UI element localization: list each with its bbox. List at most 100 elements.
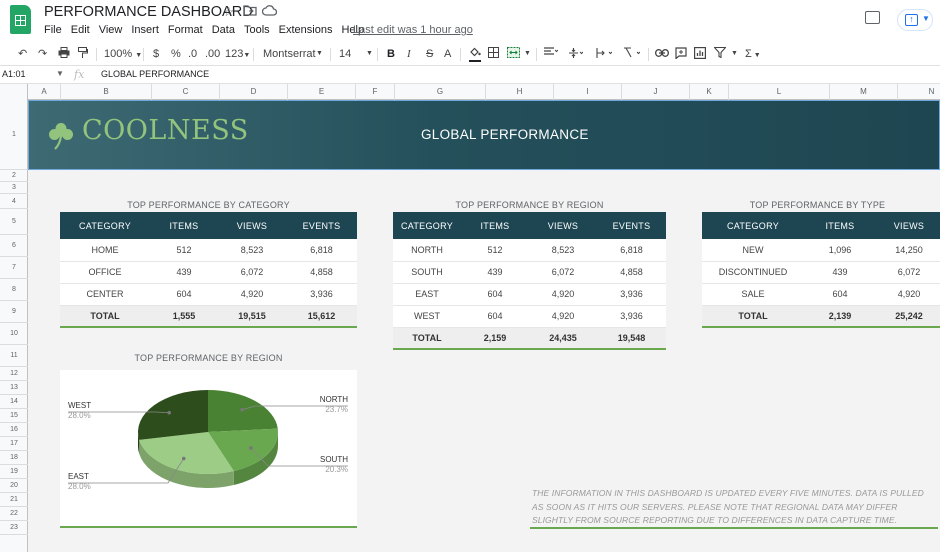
column-header-n[interactable]: N [898,84,940,100]
column-header-b[interactable]: B [61,84,152,100]
row-header-6[interactable]: 6 [0,235,28,257]
merge-cells-icon[interactable] [507,47,520,62]
increase-decimal-button[interactable]: .00 [205,47,220,61]
pie-chart[interactable]: NORTH 23.7% SOUTH 20.3% EAST 28.0% WEST 28.0% [60,370,357,528]
table-total-cell[interactable]: TOTAL [702,305,804,327]
name-box[interactable]: A1:01 [2,69,26,79]
table-cell[interactable]: 4,858 [597,261,666,284]
rotate-icon[interactable] [623,47,641,63]
italic-button[interactable]: I [407,47,411,61]
table-total-cell[interactable]: 24,435 [529,327,597,349]
font-select[interactable]: Montserrat ▼ [263,47,325,61]
column-header-d[interactable]: D [220,84,288,100]
row-header-19[interactable]: 19 [0,465,28,479]
paint-format-icon[interactable] [78,47,88,63]
font-size-select[interactable]: 14 ▼ [339,47,373,61]
menu-insert[interactable]: Insert [131,24,159,36]
link-icon[interactable] [655,47,669,61]
row-header-10[interactable]: 10 [0,323,28,345]
table-cell[interactable]: NEW [702,239,804,262]
sheet-grid[interactable]: COOLNESS GLOBAL PERFORMANCE TOP PERFORMA… [28,100,940,552]
table-cell[interactable]: EAST [393,283,461,306]
sheets-logo[interactable] [10,5,31,34]
menu-edit[interactable]: Edit [71,24,90,36]
row-header-13[interactable]: 13 [0,381,28,395]
row-header-12[interactable]: 12 [0,367,28,381]
fill-color-icon[interactable] [469,47,481,62]
table-cell[interactable]: HOME [60,239,150,262]
undo-icon[interactable]: ↶ [18,47,27,61]
zoom-select[interactable]: 100% ▼ [104,47,142,63]
table-cell[interactable]: 604 [804,283,876,306]
table-cell[interactable]: 1,096 [804,239,876,262]
table-cell[interactable]: 4,920 [529,283,597,306]
table-cell[interactable]: 3,936 [597,305,666,328]
table-total-cell[interactable]: 2,139 [804,305,876,327]
menu-view[interactable]: View [99,24,123,36]
row-header-14[interactable]: 14 [0,395,28,409]
row-header-9[interactable]: 9 [0,301,28,323]
table-cell[interactable]: 604 [150,283,218,306]
select-all-corner[interactable] [0,84,28,100]
table-total-cell[interactable]: 1,555 [150,305,218,327]
row-header-15[interactable]: 15 [0,409,28,423]
table-cell[interactable]: WEST [393,305,461,328]
decrease-decimal-button[interactable]: .0 [188,47,197,61]
table-total-cell[interactable]: TOTAL [393,327,461,349]
menu-tools[interactable]: Tools [244,24,270,36]
table-cell[interactable]: NORTH [393,239,461,262]
row-header-21[interactable]: 21 [0,493,28,507]
table-total-cell[interactable]: 19,515 [218,305,286,327]
row-header-2[interactable]: 2 [0,170,28,182]
row-header-4[interactable]: 4 [0,194,28,209]
table-cell[interactable]: 512 [461,239,529,262]
column-header-m[interactable]: M [830,84,898,100]
percent-format-button[interactable]: % [171,47,181,61]
chevron-down-icon[interactable]: ▼ [56,69,64,78]
table-cell[interactable]: 4,920 [876,283,940,306]
table-cell[interactable]: 14,250 [876,239,940,262]
currency-format-button[interactable]: $ [153,47,159,61]
strikethrough-button[interactable]: S [426,47,433,61]
column-header-f[interactable]: F [356,84,395,100]
table-cell[interactable]: 4,920 [529,305,597,328]
comments-icon[interactable] [865,11,880,24]
align-icon[interactable] [544,47,559,61]
column-header-h[interactable]: H [486,84,554,100]
filter-icon[interactable] [713,46,727,62]
move-folder-icon[interactable] [243,4,257,19]
table-cell[interactable]: 8,523 [218,239,286,262]
row-header-8[interactable]: 8 [0,279,28,301]
column-header-c[interactable]: C [152,84,220,100]
table-cell[interactable]: 6,072 [529,261,597,284]
column-header-g[interactable]: G [395,84,486,100]
menu-format[interactable]: Format [168,24,203,36]
row-header-22[interactable]: 22 [0,507,28,521]
table-cell[interactable]: 3,936 [286,283,357,306]
table-total-cell[interactable]: TOTAL [60,305,150,327]
table-cell[interactable]: 6,072 [876,261,940,284]
functions-icon[interactable]: Σ ▼ [745,47,761,63]
column-header-a[interactable]: A [28,84,61,100]
table-cell[interactable]: 8,523 [529,239,597,262]
wrap-icon[interactable] [596,47,613,63]
chart-icon[interactable] [694,47,707,63]
row-header-11[interactable]: 11 [0,345,28,367]
row-header-23[interactable]: 23 [0,521,28,535]
table-cell[interactable]: 604 [461,305,529,328]
text-color-button[interactable]: A [444,47,451,61]
row-header-1[interactable]: 1 [0,100,28,170]
table-cell[interactable]: 6,818 [286,239,357,262]
row-header-18[interactable]: 18 [0,451,28,465]
table-cell[interactable]: 439 [804,261,876,284]
row-header-7[interactable]: 7 [0,257,28,279]
more-formats-button[interactable]: 123▼ [225,47,250,63]
table-cell[interactable]: 439 [150,261,218,284]
table-cell[interactable]: SALE [702,283,804,306]
print-icon[interactable] [58,47,70,62]
table-total-cell[interactable]: 2,159 [461,327,529,349]
borders-icon[interactable] [488,47,499,62]
table-cell[interactable]: 6,072 [218,261,286,284]
table-total-cell[interactable]: 19,548 [597,327,666,349]
bold-button[interactable]: B [387,47,395,61]
